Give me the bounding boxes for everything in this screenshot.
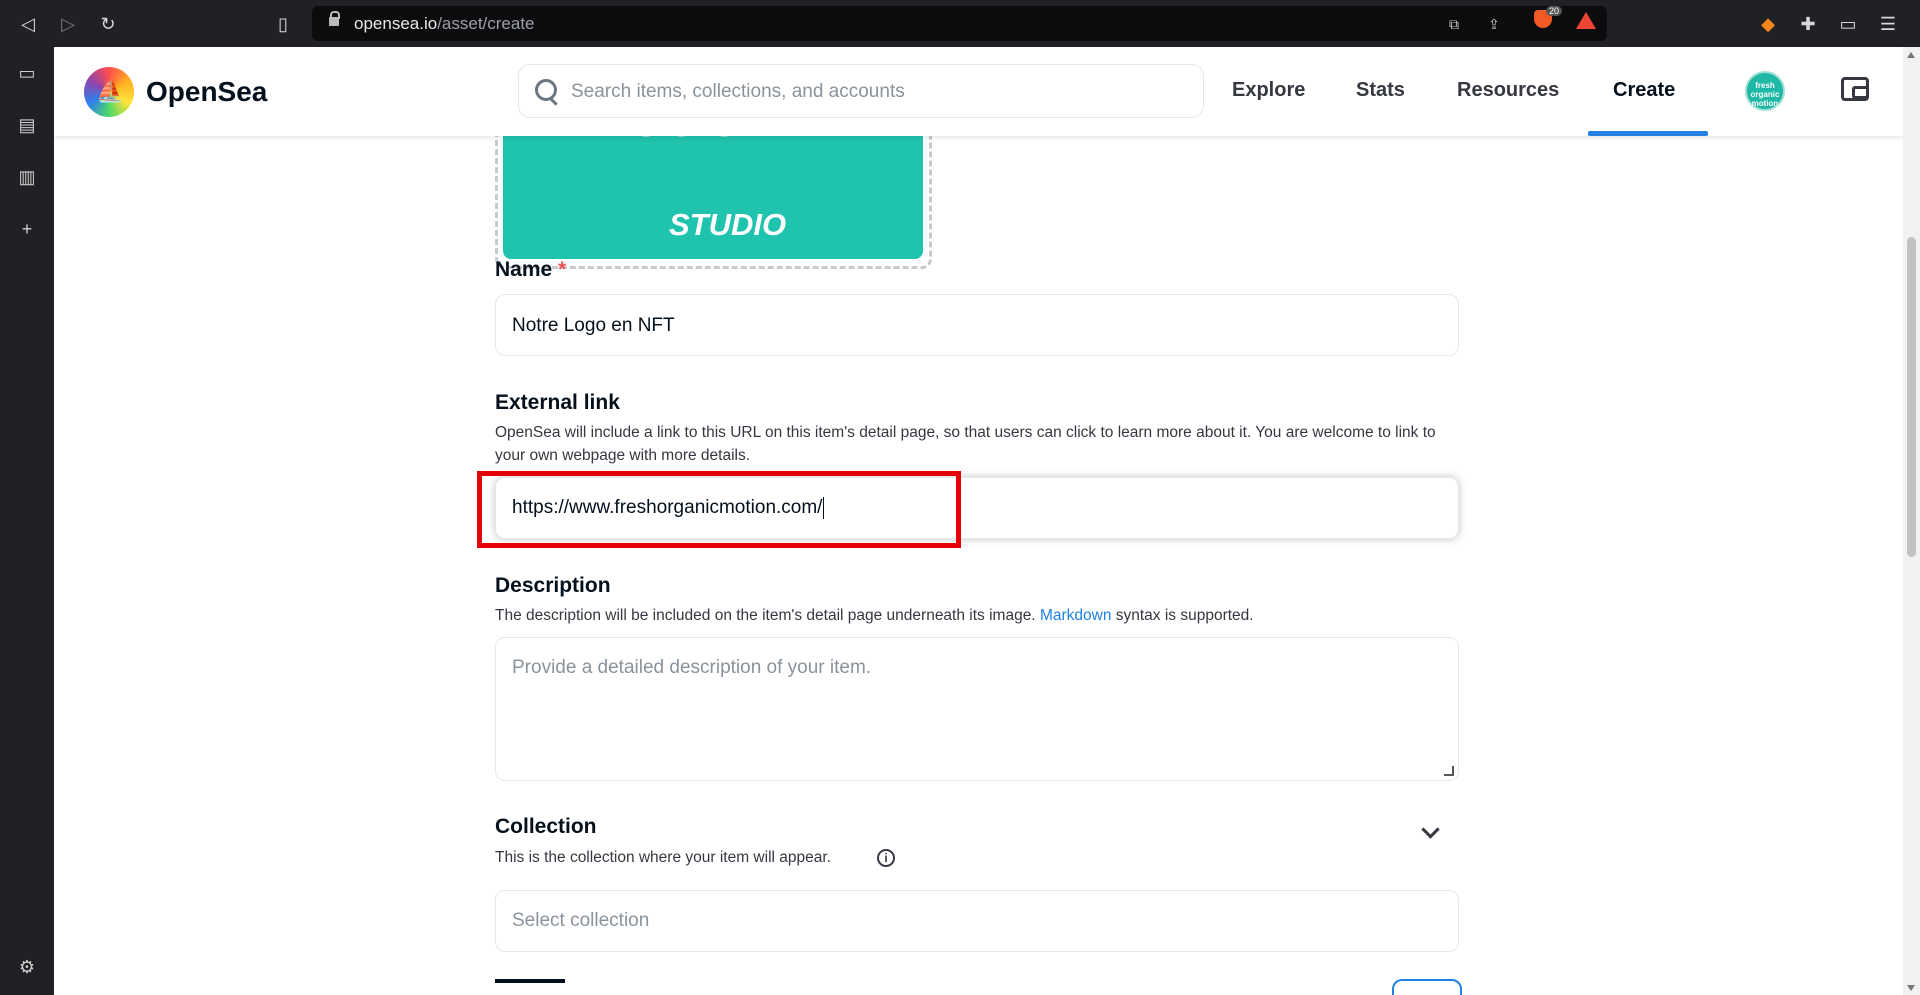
description-hint: The description will be included on the … [495, 607, 1254, 624]
description-label: Description [495, 574, 611, 597]
settings-icon[interactable]: ⚙ [15, 955, 39, 979]
nav-create[interactable]: Create [1613, 79, 1675, 102]
page-content: ⛵ OpenSea Search items, collections, and… [54, 47, 1903, 995]
address-bar[interactable]: opensea.io/asset/create ⧉ ⇪ [312, 6, 1607, 41]
collection-hint: This is the collection where your item w… [495, 849, 831, 866]
url-text: opensea.io/asset/create [354, 14, 535, 33]
search-input[interactable]: Search items, collections, and accounts [571, 81, 905, 103]
search-bar[interactable]: Search items, collections, and accounts [518, 64, 1204, 118]
resize-handle[interactable] [1444, 766, 1454, 776]
external-link-hint: OpenSea will include a link to this URL … [495, 424, 1436, 464]
menu-icon[interactable]: ☰ [1876, 12, 1900, 36]
add-button-partial[interactable] [1392, 979, 1462, 995]
name-field[interactable]: Notre Logo en NFT [495, 294, 1459, 356]
reload-icon[interactable]: ↻ [96, 12, 120, 36]
extensions-icon[interactable]: ✚ [1796, 12, 1820, 36]
browser-sidebar: ▭ ▤ ▥ + ⚙ [0, 47, 54, 995]
markdown-link[interactable]: Markdown [1040, 607, 1112, 624]
image-caption: STUDIO [669, 207, 787, 242]
active-nav-indicator [1588, 131, 1708, 136]
site-header: ⛵ OpenSea Search items, collections, and… [54, 47, 1903, 136]
boat-icon: ⛵ [96, 78, 124, 103]
description-field[interactable]: Provide a detailed description of your i… [495, 637, 1459, 781]
scroll-down-icon[interactable] [1907, 985, 1915, 991]
nav-explore[interactable]: Explore [1232, 79, 1305, 102]
lock-icon [329, 11, 340, 26]
brand-name[interactable]: OpenSea [146, 76, 267, 108]
description-placeholder: Provide a detailed description of your i… [512, 657, 872, 678]
back-icon[interactable]: ◁ [16, 12, 40, 36]
scroll-thumb[interactable] [1907, 237, 1916, 557]
translate-icon[interactable]: ⧉ [1444, 14, 1464, 34]
collection-label: Collection [495, 815, 597, 838]
bookmarks-icon[interactable]: ▥ [15, 165, 39, 189]
next-section-partial [495, 979, 565, 993]
external-link-label: External link [495, 391, 620, 414]
video-icon[interactable]: ▭ [15, 61, 39, 85]
info-icon[interactable]: i [877, 849, 895, 867]
required-mark: * [558, 258, 567, 281]
name-label: Name * [495, 258, 567, 281]
wallet-icon[interactable] [1841, 77, 1869, 101]
avatar-text: fresh organic motion [1750, 81, 1780, 108]
bookmark-icon[interactable]: ▯ [271, 12, 295, 36]
search-icon [535, 79, 557, 101]
collection-select[interactable]: Select collection [495, 890, 1459, 952]
opensea-logo[interactable]: ⛵ [84, 67, 134, 117]
shield-count-badge: 20 [1546, 6, 1563, 16]
chevron-down-icon [1421, 820, 1440, 839]
nav-resources[interactable]: Resources [1457, 79, 1559, 102]
metamask-icon[interactable]: ◆ [1756, 12, 1780, 36]
browser-toolbar: ◁ ▷ ↻ ▯ opensea.io/asset/create ⧉ ⇪ 20 ◆… [0, 0, 1920, 47]
highlight-annotation [477, 471, 961, 548]
share-icon[interactable]: ⇪ [1484, 14, 1504, 34]
wallet-extension-icon[interactable]: ▭ [1836, 12, 1860, 36]
name-value: Notre Logo en NFT [512, 315, 675, 336]
page-scrollbar[interactable] [1903, 47, 1920, 995]
collection-placeholder: Select collection [512, 910, 650, 931]
scroll-up-icon[interactable] [1907, 52, 1915, 58]
nav-stats[interactable]: Stats [1356, 79, 1405, 102]
add-icon[interactable]: + [15, 217, 39, 241]
brave-rewards-icon[interactable] [1576, 12, 1596, 29]
forward-icon[interactable]: ▷ [56, 12, 80, 36]
wallet-icon[interactable]: ▤ [15, 113, 39, 137]
profile-avatar[interactable]: fresh organic motion [1745, 71, 1785, 111]
